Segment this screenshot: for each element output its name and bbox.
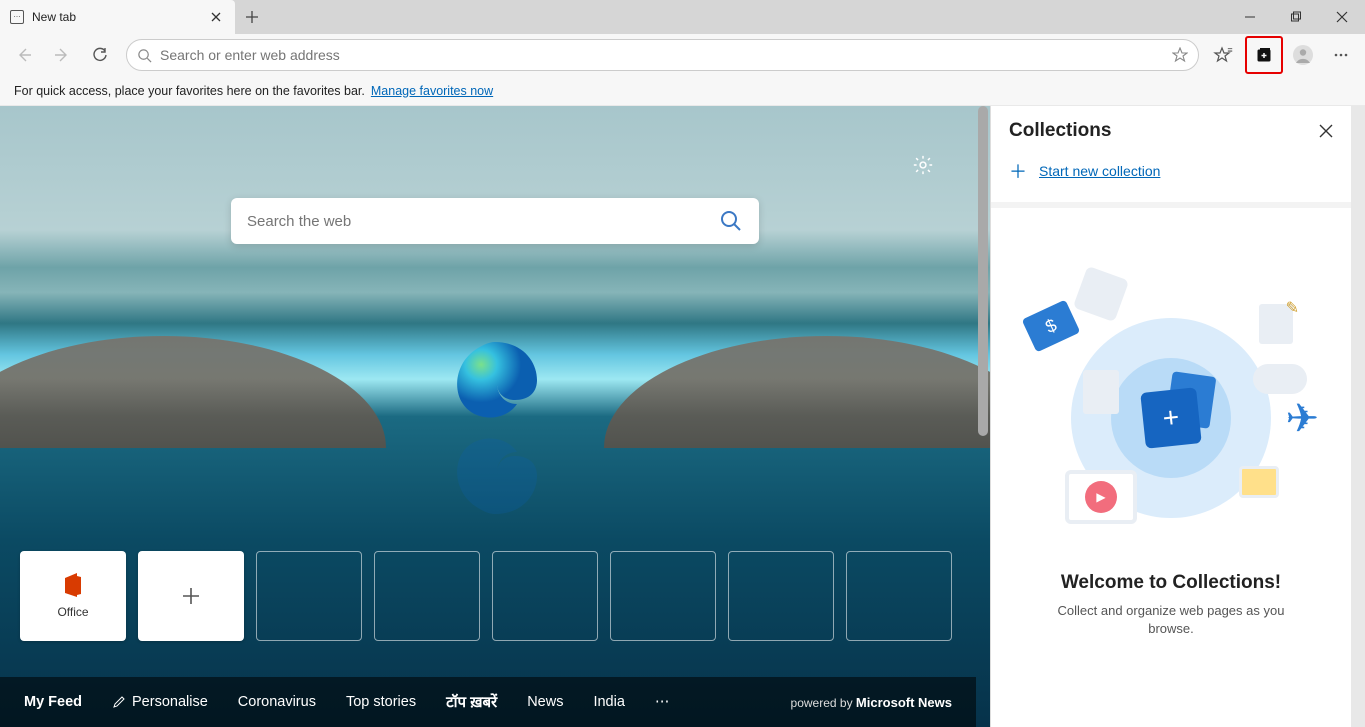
quick-link-placeholder[interactable]	[728, 551, 834, 641]
quick-links-row: Office	[20, 551, 960, 641]
favorite-star-button[interactable]	[1172, 47, 1188, 63]
collections-icon	[1255, 46, 1273, 64]
feed-tab[interactable]: India	[593, 694, 624, 710]
favorites-hint-text: For quick access, place your favorites h…	[14, 84, 365, 98]
back-button[interactable]	[6, 37, 42, 73]
pencil-icon	[112, 695, 126, 709]
collections-title: Collections	[1009, 120, 1319, 142]
minimize-button[interactable]	[1227, 0, 1273, 34]
start-new-collection-link[interactable]: Start new collection	[1039, 163, 1160, 179]
tile-label: Office	[57, 605, 88, 619]
feed-tab[interactable]: News	[527, 694, 563, 710]
gear-icon	[912, 154, 934, 176]
maximize-icon	[1290, 11, 1302, 23]
back-arrow-icon	[15, 46, 33, 64]
feed-more-button[interactable]: ⋯	[655, 694, 670, 710]
plus-icon: ＋	[1009, 158, 1027, 184]
feed-personalise-button[interactable]: Personalise	[112, 694, 208, 710]
edge-logo-reflection	[445, 442, 545, 522]
close-tab-button[interactable]	[207, 8, 225, 26]
profile-icon	[1292, 44, 1314, 66]
quick-link-placeholder[interactable]	[256, 551, 362, 641]
close-icon	[211, 12, 221, 22]
search-icon	[719, 209, 743, 233]
forward-arrow-icon	[53, 46, 71, 64]
close-icon	[1319, 124, 1333, 138]
address-input[interactable]	[160, 47, 1172, 63]
search-icon	[137, 48, 152, 63]
web-search-input[interactable]	[247, 213, 719, 230]
feed-tab-myfeed[interactable]: My Feed	[24, 694, 82, 710]
office-icon	[63, 573, 83, 597]
tab-title: New tab	[32, 10, 199, 24]
refresh-button[interactable]	[82, 37, 118, 73]
feed-tab[interactable]: Top stories	[346, 694, 416, 710]
content-scrollbar[interactable]	[976, 106, 990, 727]
page-settings-button[interactable]	[912, 154, 934, 176]
edge-logo	[445, 334, 545, 434]
welcome-title: Welcome to Collections!	[1061, 572, 1281, 594]
new-tab-button[interactable]	[235, 0, 269, 34]
quick-link-placeholder[interactable]	[846, 551, 952, 641]
favorites-button[interactable]: ≡	[1207, 37, 1243, 73]
browser-toolbar: ≡	[0, 34, 1365, 76]
welcome-text: Collect and organize web pages as you br…	[1051, 602, 1291, 638]
quick-link-placeholder[interactable]	[374, 551, 480, 641]
feed-tab[interactable]: टॉप ख़बरें	[446, 692, 497, 712]
favorites-bar: For quick access, place your favorites h…	[0, 76, 1365, 106]
new-tab-page: Office My Feed Personalise Coronavirus T…	[0, 106, 990, 727]
collections-button[interactable]	[1249, 40, 1279, 70]
collections-illustration: $ ✈ +	[1021, 258, 1321, 548]
collections-button-highlight	[1245, 36, 1283, 74]
scrollbar-thumb[interactable]	[978, 106, 988, 436]
web-search-box[interactable]	[231, 198, 759, 244]
manage-favorites-link[interactable]: Manage favorites now	[371, 84, 493, 98]
web-search-button[interactable]	[719, 209, 743, 233]
add-quick-link-button[interactable]	[138, 551, 244, 641]
plus-icon	[181, 586, 201, 606]
ellipsis-icon	[1332, 46, 1350, 64]
window-controls	[1227, 0, 1365, 34]
profile-button[interactable]	[1285, 37, 1321, 73]
tab-favicon	[10, 10, 24, 24]
personalise-label: Personalise	[132, 694, 208, 710]
quick-link-placeholder[interactable]	[492, 551, 598, 641]
refresh-icon	[91, 46, 109, 64]
maximize-button[interactable]	[1273, 0, 1319, 34]
news-feed-bar: My Feed Personalise Coronavirus Top stor…	[0, 677, 976, 727]
plus-icon	[245, 10, 259, 24]
quick-link-office[interactable]: Office	[20, 551, 126, 641]
star-icon	[1172, 47, 1188, 63]
close-window-button[interactable]	[1319, 0, 1365, 34]
window-titlebar: New tab	[0, 0, 1365, 34]
address-bar[interactable]	[126, 39, 1199, 71]
collections-panel: Collections ＋ Start new collection $ ✈ +	[990, 106, 1351, 727]
close-panel-button[interactable]	[1319, 124, 1333, 138]
minimize-icon	[1244, 11, 1256, 23]
more-menu-button[interactable]	[1323, 37, 1359, 73]
feed-tab[interactable]: Coronavirus	[238, 694, 316, 710]
close-icon	[1336, 11, 1348, 23]
forward-button[interactable]	[44, 37, 80, 73]
quick-link-placeholder[interactable]	[610, 551, 716, 641]
browser-tab[interactable]: New tab	[0, 0, 235, 34]
powered-by-label: powered by Microsoft News	[791, 695, 952, 710]
